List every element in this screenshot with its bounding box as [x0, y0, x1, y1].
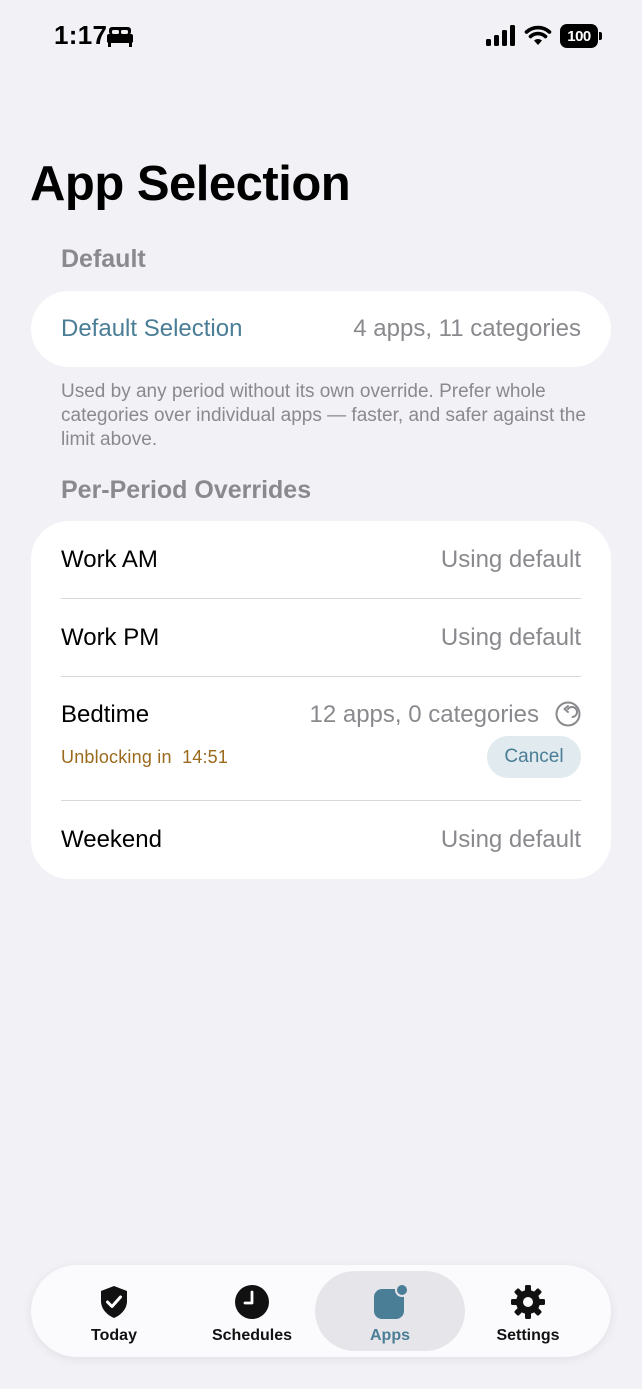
override-value: 12 apps, 0 categories	[309, 701, 540, 728]
override-label: Work AM	[61, 546, 158, 573]
tab-schedules[interactable]: Schedules	[177, 1271, 327, 1351]
override-row-work-am[interactable]: Work AM Using default	[61, 521, 581, 599]
override-label: Bedtime	[61, 701, 150, 728]
clock-icon	[235, 1285, 269, 1319]
override-label: Work PM	[61, 624, 160, 651]
app-badge-icon	[374, 1283, 409, 1319]
override-value: Using default	[440, 546, 581, 573]
cancel-button[interactable]: Cancel	[487, 736, 581, 778]
gear-icon	[511, 1285, 545, 1319]
page-title: App Selection	[30, 157, 351, 211]
tab-label: Today	[91, 1327, 137, 1344]
tab-label: Settings	[496, 1327, 560, 1344]
override-row-weekend[interactable]: Weekend Using default	[61, 801, 581, 879]
shield-check-icon	[101, 1286, 127, 1318]
signal-icon	[486, 25, 515, 46]
revert-icon[interactable]	[555, 701, 581, 727]
override-value: Using default	[440, 826, 581, 853]
default-selection-row[interactable]: Default Selection 4 apps, 11 categories	[31, 291, 611, 367]
tab-settings[interactable]: Settings	[453, 1271, 603, 1351]
tab-apps[interactable]: Apps	[315, 1271, 465, 1351]
override-value: Using default	[440, 624, 581, 651]
battery-level: 100	[560, 24, 598, 48]
default-selection-label: Default Selection	[61, 315, 243, 342]
status-time: 1:17	[54, 20, 108, 50]
unblocking-countdown: Unblocking in 14:51	[61, 747, 229, 767]
section-header-overrides: Per-Period Overrides	[61, 476, 312, 504]
wifi-icon	[524, 25, 552, 45]
override-row-work-pm[interactable]: Work PM Using default	[61, 599, 581, 677]
status-bar: 1:17 100	[0, 0, 642, 72]
bed-icon	[107, 27, 133, 47]
section-header-default: Default	[61, 245, 146, 273]
tab-bar: Today Schedules Apps Settings	[31, 1265, 611, 1357]
default-selection-value: 4 apps, 11 categories	[353, 315, 581, 342]
overrides-list: Work AM Using default Work PM Using defa…	[31, 521, 611, 879]
tab-label: Schedules	[211, 1327, 293, 1344]
default-footnote: Used by any period without its own overr…	[61, 381, 586, 450]
tab-today[interactable]: Today	[39, 1271, 189, 1351]
app-selection-screen: 1:17 100 App Selection Default Default S…	[0, 0, 642, 1389]
battery-icon: 100	[560, 24, 602, 48]
tab-label: Apps	[370, 1327, 410, 1344]
override-label: Weekend	[61, 826, 162, 853]
